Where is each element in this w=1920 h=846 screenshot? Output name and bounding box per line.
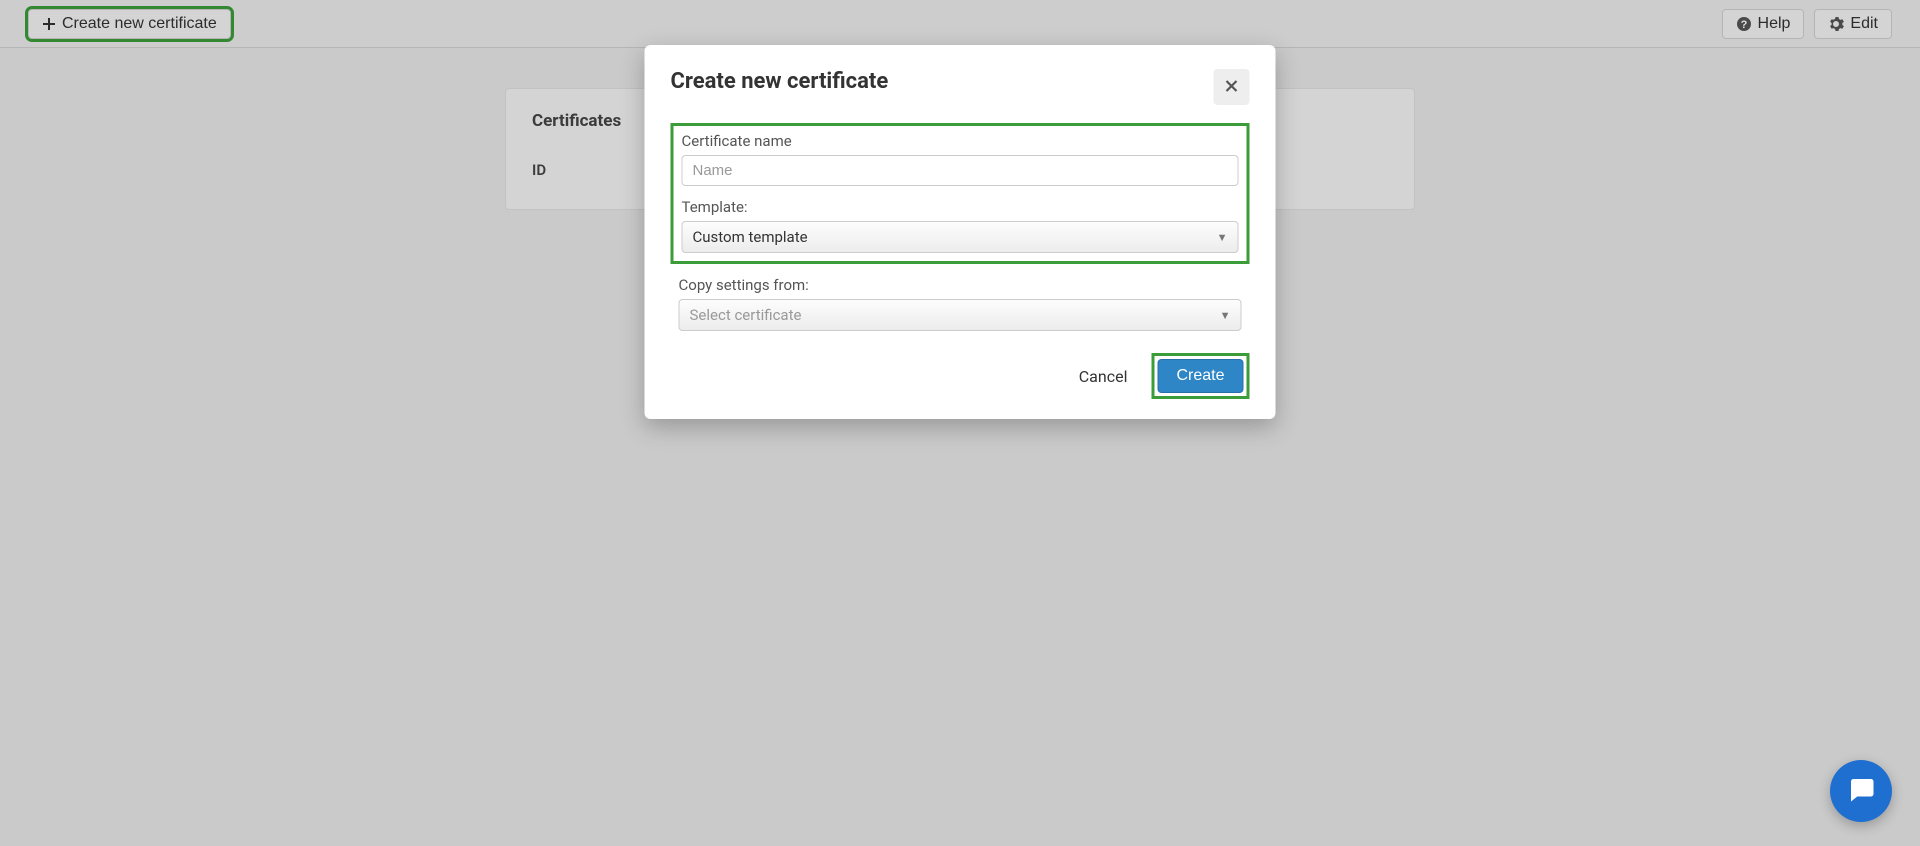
modal-footer: Cancel Create (671, 353, 1250, 399)
cancel-button[interactable]: Cancel (1079, 367, 1128, 386)
modal-header: Create new certificate (671, 69, 1250, 105)
create-button[interactable]: Create (1157, 359, 1243, 393)
close-icon (1225, 76, 1239, 99)
certificate-name-label: Certificate name (682, 132, 1239, 150)
chat-icon (1846, 774, 1876, 808)
copy-settings-placeholder: Select certificate (690, 306, 802, 324)
template-select[interactable]: Custom template ▼ (682, 221, 1239, 253)
highlighted-fields-group: Certificate name Template: Custom templa… (671, 123, 1250, 264)
modal-title: Create new certificate (671, 69, 889, 94)
copy-settings-group: Copy settings from: Select certificate ▼ (671, 272, 1250, 335)
template-label: Template: (682, 198, 1239, 216)
certificate-name-input[interactable] (682, 155, 1239, 186)
copy-settings-label: Copy settings from: (679, 276, 1242, 294)
create-certificate-modal: Create new certificate Certificate name … (645, 45, 1276, 419)
close-button[interactable] (1214, 69, 1250, 105)
chat-launcher-button[interactable] (1830, 760, 1892, 822)
copy-settings-select[interactable]: Select certificate ▼ (679, 299, 1242, 331)
chevron-down-icon: ▼ (1217, 231, 1228, 244)
create-button-highlight: Create (1151, 353, 1249, 399)
template-select-value: Custom template (693, 228, 808, 246)
chevron-down-icon: ▼ (1220, 309, 1231, 322)
